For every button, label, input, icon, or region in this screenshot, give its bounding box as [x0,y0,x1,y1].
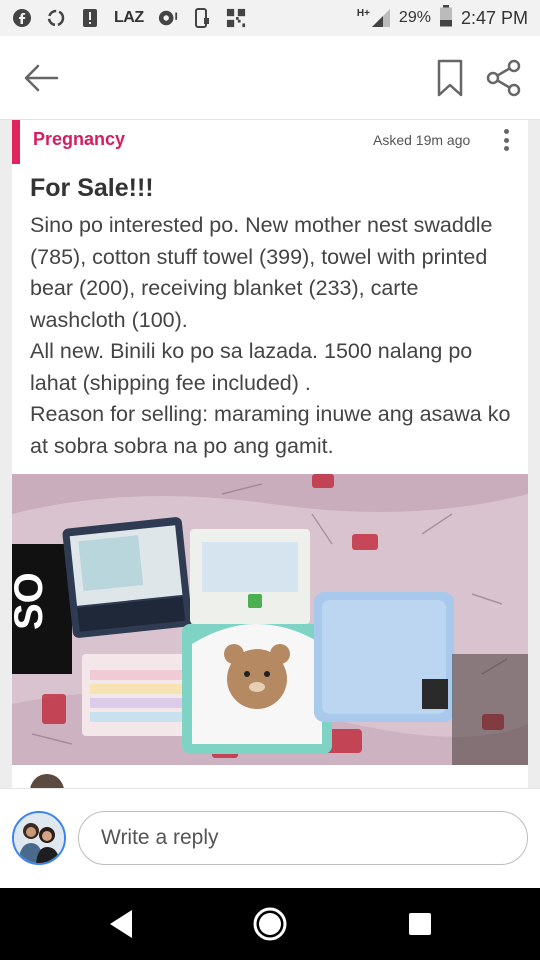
sync-icon [46,8,66,28]
phone-icon [192,8,212,28]
post-card: Pregnancy Asked 19m ago For Sale!!! Sino… [12,120,528,788]
laz-label: LAZ [114,9,144,26]
category-label[interactable]: Pregnancy [33,129,125,150]
battery-icon [439,4,453,32]
post-body: Sino po interested po. New mother nest s… [30,213,511,458]
recents-square-icon[interactable] [400,906,440,942]
user-avatar[interactable] [12,811,66,865]
back-triangle-icon[interactable] [102,906,142,942]
share-icon[interactable] [484,58,524,98]
reply-bar: Write a reply [0,788,540,888]
clock: 2:47 PM [460,7,528,28]
post-feed: Pregnancy Asked 19m ago For Sale!!! Sino… [0,120,540,788]
facebook-icon [12,8,32,28]
qr-icon [226,8,246,28]
home-circle-icon[interactable] [250,906,290,942]
reply-author-avatar[interactable] [30,774,64,788]
svg-text:SO: SO [12,572,51,630]
record-icon [158,8,178,28]
status-bar: LAZ H+ 29% 2:47 PM [0,0,540,36]
asked-time: Asked 19m ago [373,132,471,148]
app-bar [0,36,540,120]
arrow-left-icon[interactable] [20,60,64,96]
alert-icon [80,8,100,28]
signal-icon: H+ [357,8,391,28]
bookmark-icon[interactable] [436,58,464,98]
system-nav-bar [0,888,540,960]
post-title: For Sale!!! [30,174,154,202]
post-photo[interactable]: SO [12,474,528,765]
battery-percent: 29% [398,9,431,26]
category-accent [12,120,20,164]
more-options-icon[interactable] [496,126,516,154]
reply-input[interactable]: Write a reply [78,811,528,865]
